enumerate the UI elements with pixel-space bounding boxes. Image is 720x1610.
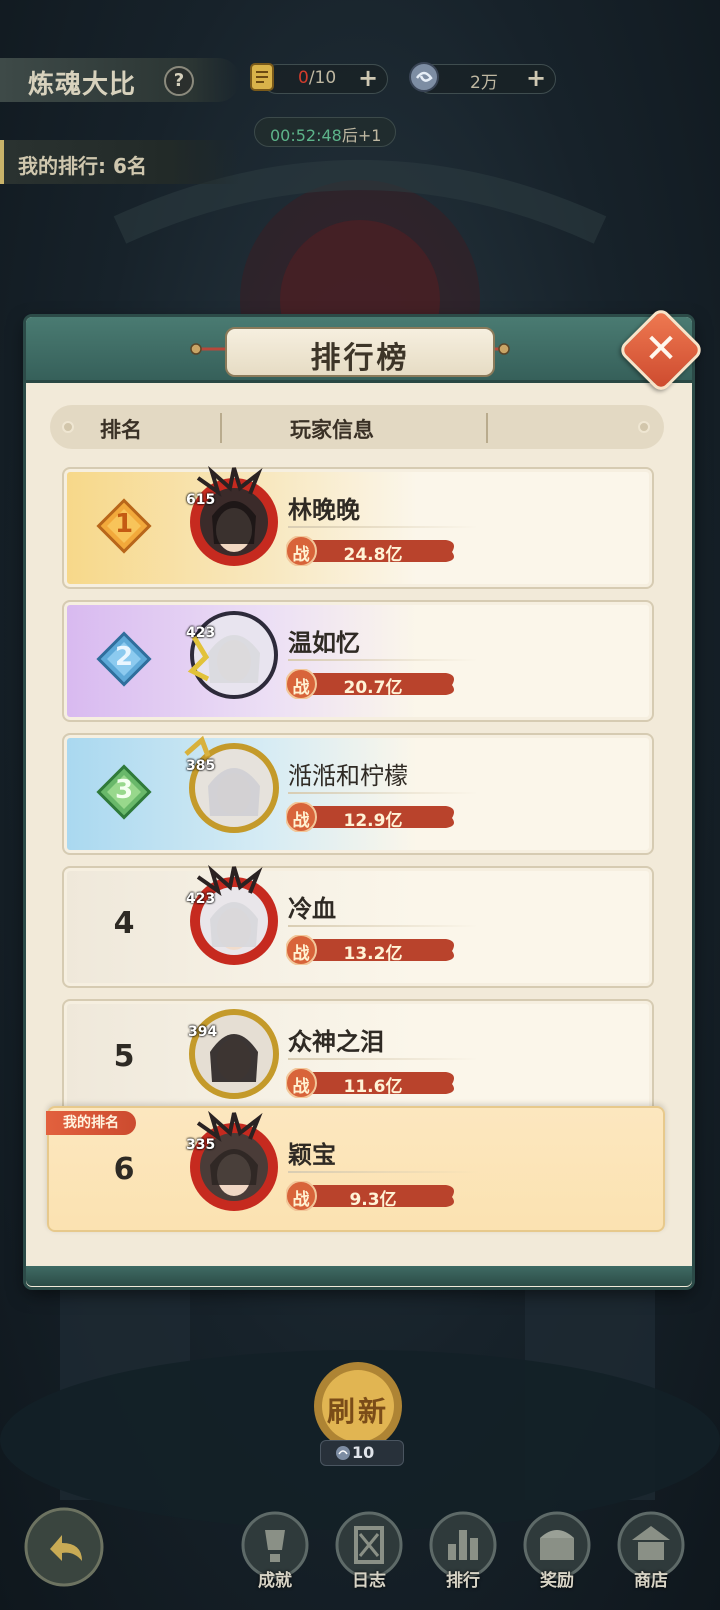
power-value: 24.8亿 — [343, 545, 403, 565]
power-label: 战 — [292, 1077, 310, 1097]
rank-number: 5 — [113, 1039, 135, 1074]
refresh-label[interactable]: 刷新 — [310, 1390, 406, 1430]
player-avatar[interactable] — [178, 730, 282, 834]
help-icon[interactable]: ? — [164, 66, 194, 96]
player-name: 林晚晚 — [288, 496, 360, 524]
name-underline — [288, 1058, 478, 1060]
player-level: 335 — [186, 1137, 216, 1153]
power-label: 战 — [292, 678, 310, 698]
panel-footer — [26, 1266, 692, 1286]
power-label: 战 — [292, 545, 310, 565]
rank-number: 3 — [114, 775, 134, 805]
power-value: 20.7亿 — [343, 678, 403, 698]
column-rank-label: 排名 — [100, 418, 142, 442]
power-label: 战 — [292, 1190, 310, 1210]
power-label: 战 — [292, 811, 310, 831]
header-divider — [486, 413, 488, 443]
player-level: 423 — [186, 625, 216, 641]
rank-number: 1 — [114, 509, 134, 539]
name-underline — [288, 1171, 478, 1173]
nav-label-achievement[interactable]: 成就 — [240, 1566, 310, 1591]
add-currency-button[interactable]: + — [524, 66, 548, 90]
rank-number: 4 — [113, 906, 135, 941]
scroll-ticket-icon — [250, 63, 274, 91]
player-name: 颖宝 — [288, 1141, 336, 1169]
back-arrow-icon[interactable] — [22, 1505, 106, 1589]
header-dot-left — [62, 421, 74, 433]
player-name: 众神之泪 — [288, 1028, 384, 1056]
swirl-coin-icon — [409, 62, 439, 92]
power-value: 12.9亿 — [343, 811, 403, 831]
power-label: 战 — [292, 944, 310, 964]
soul-ticket-count: 0/10 — [298, 68, 337, 88]
currency-amount: 2万 — [470, 73, 498, 93]
column-player-label: 玩家信息 — [290, 418, 374, 442]
player-avatar[interactable] — [178, 996, 282, 1100]
name-underline — [288, 526, 478, 528]
player-avatar[interactable] — [178, 464, 282, 568]
player-level: 615 — [186, 492, 216, 508]
player-level: 423 — [186, 891, 216, 907]
nav-label-reward[interactable]: 奖励 — [522, 1566, 592, 1591]
player-avatar[interactable] — [178, 1109, 282, 1213]
name-underline — [288, 792, 478, 794]
swirl-coin-icon — [336, 1446, 350, 1460]
close-icon[interactable]: ✕ — [630, 319, 692, 381]
nav-label-log[interactable]: 日志 — [334, 1566, 404, 1591]
name-underline — [288, 659, 478, 661]
player-name: 冷血 — [288, 895, 336, 923]
my-rank-tag: 我的排名 — [46, 1111, 136, 1135]
power-value: 11.6亿 — [343, 1077, 403, 1097]
nav-label-ranking[interactable]: 排行 — [428, 1566, 498, 1591]
recover-timer: 00:52:48后+1 — [270, 126, 382, 145]
panel-title: 排行榜 — [310, 341, 410, 376]
my-rank-text: 我的排行: 6名 — [18, 154, 147, 178]
player-name: 温如忆 — [288, 629, 360, 657]
refresh-cost: 10 — [352, 1443, 375, 1462]
player-level: 394 — [188, 1024, 218, 1040]
event-title: 炼魂大比 — [28, 70, 137, 100]
rank-number: 2 — [114, 642, 134, 672]
nav-label-shop[interactable]: 商店 — [616, 1566, 686, 1591]
player-avatar[interactable] — [178, 597, 282, 701]
add-ticket-button[interactable]: + — [356, 66, 380, 90]
header-divider — [220, 413, 222, 443]
name-underline — [288, 925, 478, 927]
power-value: 13.2亿 — [343, 944, 403, 964]
player-level: 385 — [186, 758, 216, 774]
player-avatar[interactable] — [178, 863, 282, 967]
header-dot-right — [638, 421, 650, 433]
player-name: 湉湉和柠檬 — [288, 762, 408, 790]
rank-number: 6 — [113, 1152, 135, 1187]
power-value: 9.3亿 — [349, 1190, 397, 1210]
